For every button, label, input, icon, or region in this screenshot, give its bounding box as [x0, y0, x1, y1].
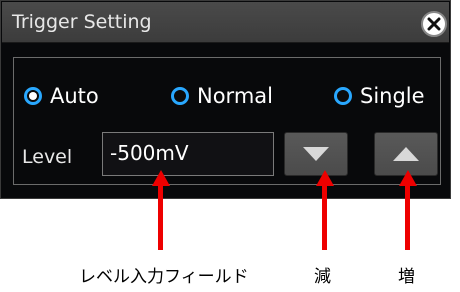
arrow-input	[158, 184, 163, 250]
mode-single-radio[interactable]: Single	[334, 84, 425, 108]
close-icon	[427, 17, 441, 31]
close-button[interactable]	[421, 11, 447, 37]
triangle-down-icon	[303, 147, 329, 161]
mode-auto-label: Auto	[50, 84, 99, 108]
level-label: Level	[22, 146, 73, 168]
dialog-titlebar: Trigger Setting	[2, 2, 449, 43]
arrow-decrease	[322, 184, 327, 250]
mode-normal-label: Normal	[197, 84, 273, 108]
caption-input: レベル入力フィールド	[79, 267, 249, 287]
radio-unchecked-icon	[334, 87, 352, 105]
level-input[interactable]: -500mV	[102, 132, 274, 176]
caption-decrease: 減	[314, 267, 331, 287]
radio-unchecked-icon	[171, 87, 189, 105]
caption-increase: 増	[398, 267, 415, 287]
arrow-increase	[405, 184, 410, 250]
mode-single-label: Single	[360, 84, 425, 108]
radio-checked-icon	[24, 87, 42, 105]
dialog-title: Trigger Setting	[12, 11, 152, 33]
mode-auto-radio[interactable]: Auto	[24, 84, 99, 108]
mode-normal-radio[interactable]: Normal	[171, 84, 273, 108]
triangle-up-icon	[393, 147, 419, 161]
trigger-panel: Auto Normal Single Level -500mV	[13, 57, 441, 185]
trigger-setting-dialog: Trigger Setting Auto Normal Single Level…	[0, 0, 451, 199]
